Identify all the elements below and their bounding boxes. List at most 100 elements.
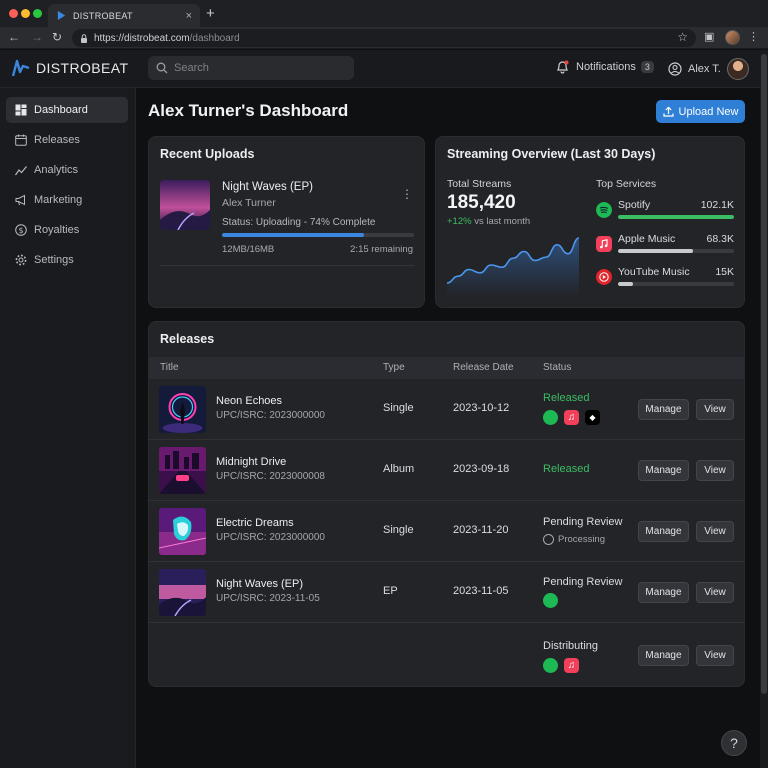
browser-profile-avatar[interactable] xyxy=(725,30,740,45)
upload-new-label: Upload New xyxy=(678,105,739,118)
back-icon[interactable]: ← xyxy=(8,30,20,44)
maximize-window-dot[interactable] xyxy=(33,9,42,18)
view-button[interactable]: View xyxy=(696,460,734,481)
service-share-bar xyxy=(618,215,734,219)
night-waves-cover[interactable] xyxy=(160,180,210,230)
sidebar-item-royalties[interactable]: $ Royalties xyxy=(6,217,128,243)
logo[interactable]: DISTROBEAT xyxy=(12,58,128,78)
service-value: 102.1K xyxy=(700,199,734,211)
search-input[interactable] xyxy=(174,62,344,74)
tab-title: DISTROBEAT xyxy=(73,10,133,21)
total-streams-label: Total Streams xyxy=(447,178,512,190)
distribution-icons xyxy=(543,593,564,608)
column-header-status[interactable]: Status xyxy=(543,362,571,373)
sidebar-item-dashboard[interactable]: Dashboard xyxy=(6,97,128,123)
release-title[interactable]: Night Waves (EP) xyxy=(216,578,303,590)
menu-icon[interactable]: ⋮ xyxy=(748,30,759,43)
column-header-release-date[interactable]: Release Date xyxy=(453,362,514,373)
manage-button[interactable]: Manage xyxy=(638,582,689,603)
help-button[interactable]: ? xyxy=(721,730,747,756)
scrollbar-thumb[interactable] xyxy=(761,54,767,694)
release-type: Single xyxy=(383,524,414,536)
upload-icon xyxy=(662,106,674,117)
status-badge: Released xyxy=(543,392,590,404)
new-tab-icon[interactable]: + xyxy=(206,5,215,22)
release-title[interactable]: Electric Dreams xyxy=(216,517,294,529)
forward-icon[interactable]: → xyxy=(31,30,43,44)
release-code: UPC/ISRC: 2023000000 xyxy=(216,410,325,421)
page-scrollbar[interactable] xyxy=(760,50,768,768)
upload-size: 12MB/16MB xyxy=(222,244,275,255)
service-apple-music[interactable]: Apple Music 68.3K xyxy=(596,233,734,259)
top-services-label: Top Services xyxy=(596,178,657,190)
status-badge: Pending Review xyxy=(543,576,623,588)
spotify-icon xyxy=(596,202,612,218)
release-title[interactable]: Midnight Drive xyxy=(216,456,286,468)
notifications-button[interactable]: Notifications 3 xyxy=(556,60,654,74)
table-row[interactable]: Electric Dreams UPC/ISRC: 2023000000 Sin… xyxy=(149,501,744,562)
release-type: EP xyxy=(383,585,398,597)
streaming-overview-title: Streaming Overview (Last 30 Days) xyxy=(447,147,656,161)
sidebar-toggle-icon[interactable]: ▣ xyxy=(704,30,714,43)
sidebar-item-analytics[interactable]: Analytics xyxy=(6,157,128,183)
sidebar-item-releases[interactable]: Releases xyxy=(6,127,128,153)
table-row[interactable]: Midnight Drive UPC/ISRC: 2023000008 Albu… xyxy=(149,440,744,501)
status-badge: Released xyxy=(543,463,590,475)
status-badge: Pending Review xyxy=(543,516,623,528)
close-window-dot[interactable] xyxy=(9,9,18,18)
release-date: 2023-11-05 xyxy=(453,585,509,597)
page-title: Alex Turner's Dashboard xyxy=(148,101,349,120)
neon-echoes-cover xyxy=(159,386,206,433)
service-spotify[interactable]: Spotify 102.1K xyxy=(596,199,734,225)
streaming-overview-card: Streaming Overview (Last 30 Days) Total … xyxy=(435,136,745,308)
sidebar-item-settings[interactable]: Settings xyxy=(6,247,128,273)
view-button[interactable]: View xyxy=(696,399,734,420)
streams-trend-chart[interactable] xyxy=(447,234,579,296)
sidebar-item-marketing[interactable]: Marketing xyxy=(6,187,128,213)
more-options-icon[interactable]: ⋮ xyxy=(401,187,413,201)
releases-card: Releases Title Type Release Date Status … xyxy=(148,321,745,687)
manage-button[interactable]: Manage xyxy=(638,399,689,420)
tab-close-icon[interactable]: × xyxy=(186,10,192,22)
column-header-type[interactable]: Type xyxy=(383,362,405,373)
table-row[interactable]: Night Waves (EP) UPC/ISRC: 2023-11-05 EP… xyxy=(149,562,744,623)
notifications-count-badge: 3 xyxy=(640,61,654,73)
release-code: UPC/ISRC: 2023000008 xyxy=(216,471,325,482)
column-header-title[interactable]: Title xyxy=(160,362,179,373)
sidebar-item-label: Dashboard xyxy=(34,104,88,116)
view-button[interactable]: View xyxy=(696,582,734,603)
reload-icon[interactable]: ↻ xyxy=(52,30,62,44)
manage-button[interactable]: Manage xyxy=(638,645,689,666)
service-share-bar xyxy=(618,249,734,253)
release-title[interactable]: Neon Echoes xyxy=(216,395,282,407)
minimize-window-dot[interactable] xyxy=(21,9,30,18)
dollar-icon: $ xyxy=(15,224,27,236)
bookmark-star-icon[interactable]: ☆ xyxy=(677,30,688,44)
spotify-icon xyxy=(543,593,558,608)
service-share-fill xyxy=(618,282,634,286)
apple-music-icon: ♫ xyxy=(564,410,579,425)
dashboard-icon xyxy=(15,104,27,116)
manage-button[interactable]: Manage xyxy=(638,521,689,542)
view-button[interactable]: View xyxy=(696,521,734,542)
browser-toolbar: ← → ↻ https://distrobeat.com/dashboard ☆… xyxy=(0,27,768,49)
table-row[interactable]: Neon Echoes UPC/ISRC: 2023000000 Single … xyxy=(149,379,744,440)
manage-button[interactable]: Manage xyxy=(638,460,689,481)
service-value: 68.3K xyxy=(706,233,734,245)
distribution-icons: ♫ ◆ xyxy=(543,410,606,425)
table-row[interactable]: Distributing ♫ Manage View xyxy=(149,623,744,684)
service-name: Spotify xyxy=(618,199,651,211)
spotify-icon xyxy=(543,658,558,673)
address-bar[interactable]: https://distrobeat.com/dashboard ☆ xyxy=(72,29,696,47)
sidebar-item-label: Releases xyxy=(34,134,80,146)
notifications-label: Notifications xyxy=(576,61,636,73)
svg-text:$: $ xyxy=(18,226,23,235)
service-youtube-music[interactable]: YouTube Music 15K xyxy=(596,266,734,292)
view-button[interactable]: View xyxy=(696,645,734,666)
calendar-icon xyxy=(15,134,27,146)
browser-tab[interactable]: DISTROBEAT × xyxy=(48,4,200,27)
youtube-music-icon xyxy=(596,269,612,285)
upload-new-button[interactable]: Upload New xyxy=(656,100,745,123)
user-menu[interactable]: Alex T. xyxy=(668,58,749,80)
distrobeat-logo-icon xyxy=(12,59,30,77)
